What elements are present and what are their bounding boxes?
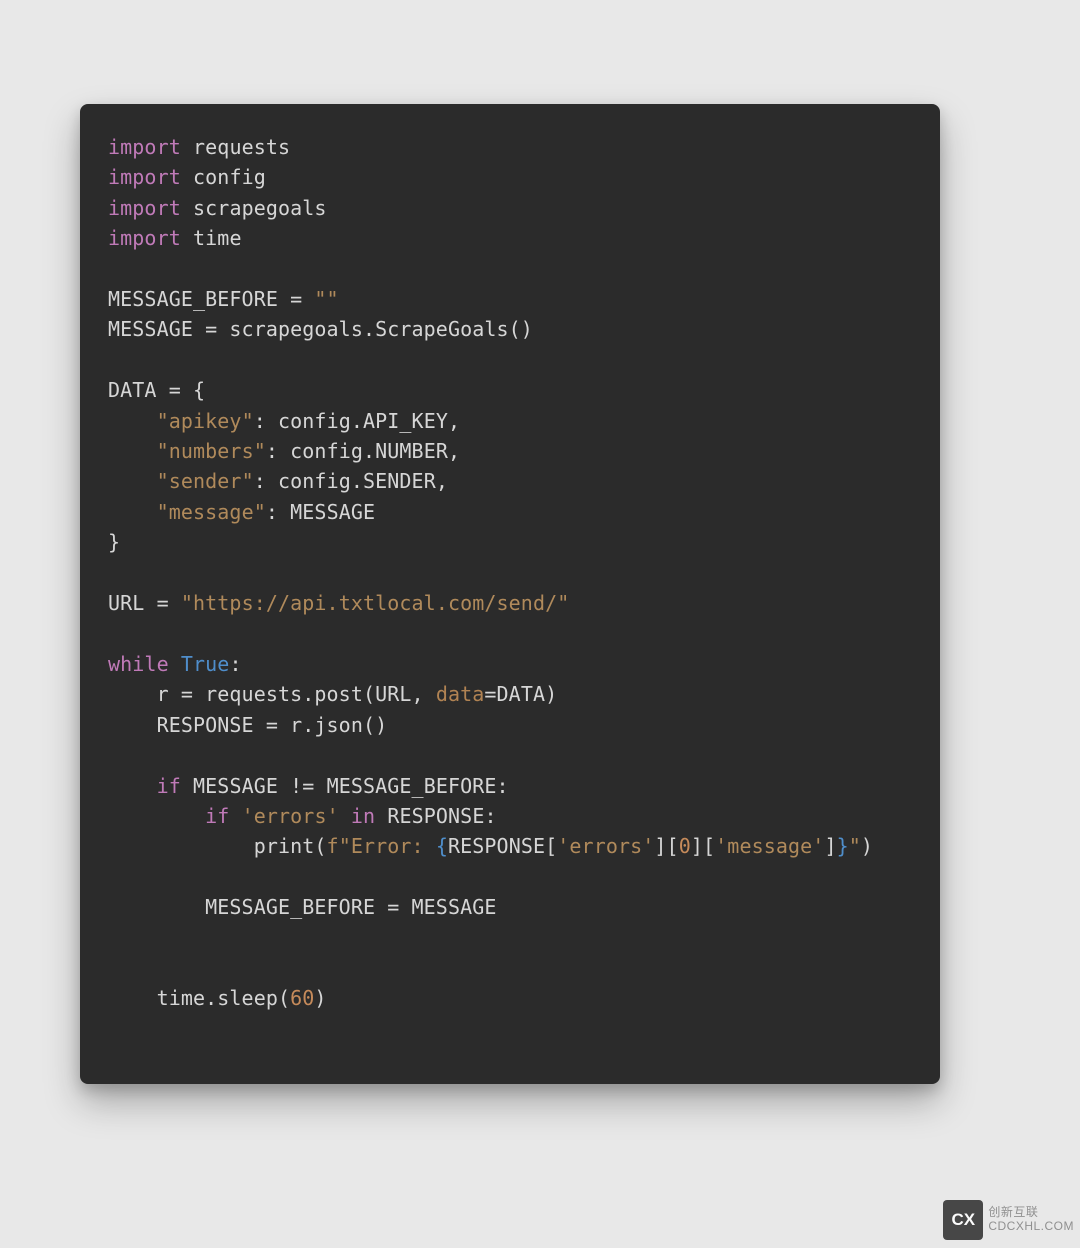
code-token: : config.SENDER, xyxy=(254,469,448,493)
code-token xyxy=(181,135,193,159)
code-token: " xyxy=(849,834,861,858)
code-token: "apikey" xyxy=(157,409,254,433)
code-token: import xyxy=(108,196,181,220)
code-token: time xyxy=(193,226,242,250)
code-token: config xyxy=(193,165,266,189)
code-token: MESSAGE_BEFORE = xyxy=(108,287,314,311)
code-token xyxy=(181,165,193,189)
code-token: ) xyxy=(314,986,326,1010)
code-token: f"Error: xyxy=(327,834,436,858)
code-token: } xyxy=(837,834,849,858)
code-token: : config.NUMBER, xyxy=(266,439,460,463)
code-token: "" xyxy=(314,287,338,311)
code-token xyxy=(169,652,181,676)
code-token xyxy=(108,774,157,798)
code-token: True xyxy=(181,652,230,676)
code-token: import xyxy=(108,135,181,159)
code-token: while xyxy=(108,652,169,676)
code-token: requests xyxy=(193,135,290,159)
code-token: ][ xyxy=(691,834,715,858)
watermark-text: 创新互联 CDCXHL.COM xyxy=(988,1206,1074,1234)
watermark-line2: CDCXHL.COM xyxy=(988,1220,1074,1234)
code-token xyxy=(108,469,157,493)
code-token xyxy=(339,804,351,828)
code-token: : xyxy=(229,652,241,676)
code-token: "message" xyxy=(157,500,266,524)
code-token: "sender" xyxy=(157,469,254,493)
code-token: print( xyxy=(108,834,327,858)
code-token: { xyxy=(436,834,448,858)
code-block: import requests import config import scr… xyxy=(108,132,912,1014)
code-token: : config.API_KEY, xyxy=(254,409,460,433)
code-token: 0 xyxy=(679,834,691,858)
code-token: r = requests.post(URL, xyxy=(108,682,436,706)
code-token: 'errors' xyxy=(242,804,339,828)
code-token: import xyxy=(108,226,181,250)
code-token: ] xyxy=(824,834,836,858)
code-token: 'errors' xyxy=(557,834,654,858)
code-token: MESSAGE != MESSAGE_BEFORE: xyxy=(181,774,509,798)
code-token: "https://api.txtlocal.com/send/" xyxy=(181,591,570,615)
code-token: import xyxy=(108,165,181,189)
code-token: RESPONSE[ xyxy=(448,834,557,858)
code-token: : MESSAGE xyxy=(266,500,375,524)
code-token: DATA = { xyxy=(108,378,205,402)
code-card: import requests import config import scr… xyxy=(80,104,940,1084)
code-token: } xyxy=(108,530,120,554)
code-token xyxy=(108,439,157,463)
code-token: scrapegoals xyxy=(193,196,327,220)
code-token: data xyxy=(436,682,485,706)
code-token: time.sleep( xyxy=(108,986,290,1010)
code-token: ][ xyxy=(654,834,678,858)
code-token xyxy=(108,409,157,433)
code-token: if xyxy=(205,804,229,828)
code-token xyxy=(181,196,193,220)
code-token: RESPONSE: xyxy=(375,804,496,828)
watermark-line1: 创新互联 xyxy=(988,1206,1074,1220)
code-token xyxy=(108,500,157,524)
code-token xyxy=(108,804,205,828)
code-token: "numbers" xyxy=(157,439,266,463)
code-token: 60 xyxy=(290,986,314,1010)
code-token: URL = xyxy=(108,591,181,615)
code-token: RESPONSE = r.json() xyxy=(108,713,387,737)
code-token: MESSAGE_BEFORE = MESSAGE xyxy=(108,895,497,919)
code-token: ) xyxy=(861,834,873,858)
code-token xyxy=(181,226,193,250)
code-token: 'message' xyxy=(715,834,824,858)
code-token: in xyxy=(351,804,375,828)
code-token xyxy=(229,804,241,828)
code-token: if xyxy=(157,774,181,798)
watermark: CX 创新互联 CDCXHL.COM xyxy=(943,1200,1074,1240)
code-token: =DATA) xyxy=(484,682,557,706)
code-token: MESSAGE = scrapegoals.ScrapeGoals() xyxy=(108,317,533,341)
watermark-logo: CX xyxy=(943,1200,983,1240)
